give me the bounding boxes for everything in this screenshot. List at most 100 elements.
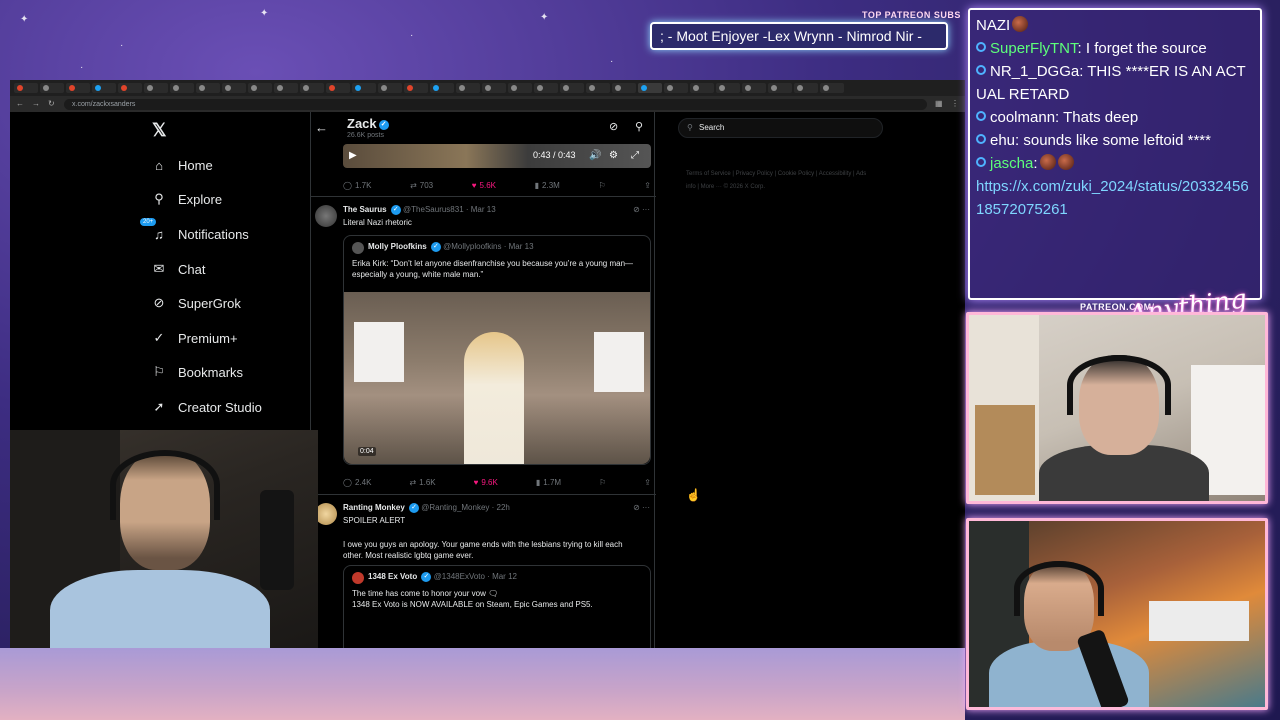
repost-button[interactable]: ⇄ 1.6K bbox=[409, 478, 435, 487]
nav-chat[interactable]: ✉ Chat bbox=[152, 258, 206, 280]
extensions-icon[interactable]: ▦ bbox=[935, 100, 943, 108]
share-icon[interactable]: ⇪ bbox=[644, 181, 651, 190]
like-button[interactable]: ♥ 5.6K bbox=[472, 181, 496, 190]
fullscreen-icon[interactable]: ⤢ bbox=[631, 150, 639, 161]
browser-tab[interactable] bbox=[716, 83, 740, 93]
video-time: 0:43 / 0:43 bbox=[533, 150, 576, 160]
grok-icon[interactable]: ⊘ bbox=[609, 120, 618, 133]
back-arrow-icon[interactable]: ← bbox=[315, 120, 328, 135]
nav-premium[interactable]: ✓ Premium+ bbox=[152, 327, 238, 349]
reply-button[interactable]: ◯ 2.4K bbox=[343, 478, 371, 487]
more-icon[interactable]: ⊘ ··· bbox=[633, 205, 650, 214]
browser-tab[interactable] bbox=[690, 83, 714, 93]
browser-tab[interactable] bbox=[742, 83, 766, 93]
home-icon: ⌂ bbox=[155, 157, 163, 173]
protest-sign bbox=[594, 332, 644, 392]
browser-tab[interactable] bbox=[560, 83, 584, 93]
browser-tab[interactable] bbox=[534, 83, 558, 93]
browser-tab[interactable] bbox=[14, 83, 38, 93]
nav-supergrok[interactable]: ⊘ SuperGrok bbox=[152, 292, 241, 314]
tweet-handle: @TheSaurus831 · Mar 13 bbox=[403, 205, 496, 215]
headphones-icon bbox=[1014, 561, 1104, 616]
browser-tab[interactable] bbox=[638, 83, 662, 93]
nav-explore[interactable]: ⚲ Explore bbox=[152, 188, 222, 210]
browser-tab[interactable] bbox=[352, 83, 376, 93]
share-icon[interactable]: ⇪ bbox=[644, 478, 651, 487]
nav-label: Home bbox=[178, 157, 213, 173]
nav-creator-studio[interactable]: ➚ Creator Studio bbox=[152, 396, 262, 418]
views-button[interactable]: ▮ 2.3M bbox=[535, 181, 560, 190]
browser-tab[interactable] bbox=[508, 83, 532, 93]
browser-tab[interactable] bbox=[456, 83, 480, 93]
avatar[interactable] bbox=[315, 503, 337, 525]
browser-tab[interactable] bbox=[66, 83, 90, 93]
browser-tab[interactable] bbox=[794, 83, 818, 93]
x-logo-icon[interactable]: 𝕏 bbox=[152, 120, 167, 141]
reload-icon[interactable]: ↻ bbox=[48, 100, 56, 108]
browser-tab[interactable] bbox=[300, 83, 324, 93]
browser-tab[interactable] bbox=[586, 83, 610, 93]
volume-icon[interactable]: 🔊 bbox=[589, 150, 601, 161]
browser-tab[interactable] bbox=[92, 83, 116, 93]
nav-label: SuperGrok bbox=[178, 295, 241, 311]
nav-label: Creator Studio bbox=[178, 399, 262, 415]
footer-links[interactable]: Terms of Service | Privacy Policy | Cook… bbox=[686, 168, 876, 194]
quote-tweet[interactable]: 1348 Ex Voto ✓ @1348ExVoto · Mar 12 The … bbox=[343, 565, 651, 648]
play-icon[interactable]: ▶ bbox=[349, 150, 357, 161]
profile-post-count: 26.6K posts bbox=[347, 132, 384, 139]
quote-video-thumbnail[interactable]: 0:04 bbox=[344, 292, 650, 464]
browser-tab[interactable] bbox=[482, 83, 506, 93]
quote-tweet[interactable]: Molly Ploofkins ✓ @Mollyploofkins · Mar … bbox=[343, 235, 651, 465]
settings-icon[interactable]: ⚙ bbox=[609, 150, 618, 161]
reply-button[interactable]: ◯ 1.7K bbox=[343, 181, 371, 190]
nav-bookmarks[interactable]: ⚐ Bookmarks bbox=[152, 361, 243, 383]
browser-tab[interactable] bbox=[196, 83, 220, 93]
tweet-author[interactable]: The Saurus bbox=[343, 205, 387, 214]
nav-home[interactable]: ⌂ Home bbox=[152, 154, 213, 176]
back-icon[interactable]: ← bbox=[16, 100, 24, 108]
tweet-author[interactable]: Ranting Monkey bbox=[343, 503, 405, 512]
tweet[interactable]: Ranting Monkey ✓ @Ranting_Monkey · 22h ⊘… bbox=[311, 494, 656, 648]
search-icon[interactable]: ⚲ bbox=[635, 120, 643, 133]
browser-tab[interactable] bbox=[144, 83, 168, 93]
chat-badge-icon bbox=[976, 111, 986, 121]
nav-notifications[interactable]: 20+ ♫ Notifications bbox=[140, 218, 249, 245]
repost-button[interactable]: ⇄ 703 bbox=[410, 181, 433, 190]
tweet[interactable]: The Saurus ✓ @TheSaurus831 · Mar 13 ⊘ ··… bbox=[311, 196, 656, 492]
more-icon[interactable]: ⊘ ··· bbox=[633, 503, 650, 512]
like-button[interactable]: ♥ 9.6K bbox=[474, 478, 498, 487]
browser-tab[interactable] bbox=[170, 83, 194, 93]
browser-tab[interactable] bbox=[404, 83, 428, 93]
browser-tab[interactable] bbox=[326, 83, 350, 93]
search-input[interactable]: ⚲ Search bbox=[678, 118, 883, 138]
avatar[interactable] bbox=[315, 205, 337, 227]
chat-badge-icon bbox=[976, 134, 986, 144]
browser-tab[interactable] bbox=[222, 83, 246, 93]
speaker-figure bbox=[464, 332, 524, 464]
grok-icon: ⊘ bbox=[153, 295, 165, 310]
menu-icon[interactable]: ⋮ bbox=[951, 100, 959, 108]
browser-tab[interactable] bbox=[40, 83, 64, 93]
browser-tab[interactable] bbox=[664, 83, 688, 93]
streamer-webcam bbox=[10, 430, 318, 648]
browser-tab[interactable] bbox=[274, 83, 298, 93]
browser-tab[interactable] bbox=[768, 83, 792, 93]
bookmark-icon[interactable]: ⚐ bbox=[598, 181, 605, 190]
browser-tab[interactable] bbox=[378, 83, 402, 93]
views-button[interactable]: ▮ 1.7M bbox=[536, 478, 561, 487]
bookmark-icon[interactable]: ⚐ bbox=[599, 478, 606, 487]
tweet-text: I owe you guys an apology. Your game end… bbox=[343, 540, 623, 560]
tweet-actions: ◯ 1.7K ⇄ 703 ♥ 5.6K ▮ 2.3M ⚐ ⇪ bbox=[343, 178, 651, 192]
url-field[interactable]: x.com/zackxsanders bbox=[64, 98, 927, 110]
chat-link[interactable]: https://x.com/zuki_2024/status/203324561… bbox=[976, 175, 1254, 221]
tweet-header: Ranting Monkey ✓ @Ranting_Monkey · 22h bbox=[343, 503, 510, 513]
ticker-label: TOP PATREON SUBS bbox=[862, 10, 961, 20]
forward-icon[interactable]: → bbox=[32, 100, 40, 108]
browser-tab[interactable] bbox=[820, 83, 844, 93]
browser-tab[interactable] bbox=[118, 83, 142, 93]
browser-tab[interactable] bbox=[430, 83, 454, 93]
video-player[interactable]: ▶ 0:43 / 0:43 🔊 ⚙ ⤢ bbox=[343, 144, 651, 168]
browser-tab[interactable] bbox=[612, 83, 636, 93]
browser-tab[interactable] bbox=[248, 83, 272, 93]
cabinet bbox=[1149, 601, 1249, 641]
